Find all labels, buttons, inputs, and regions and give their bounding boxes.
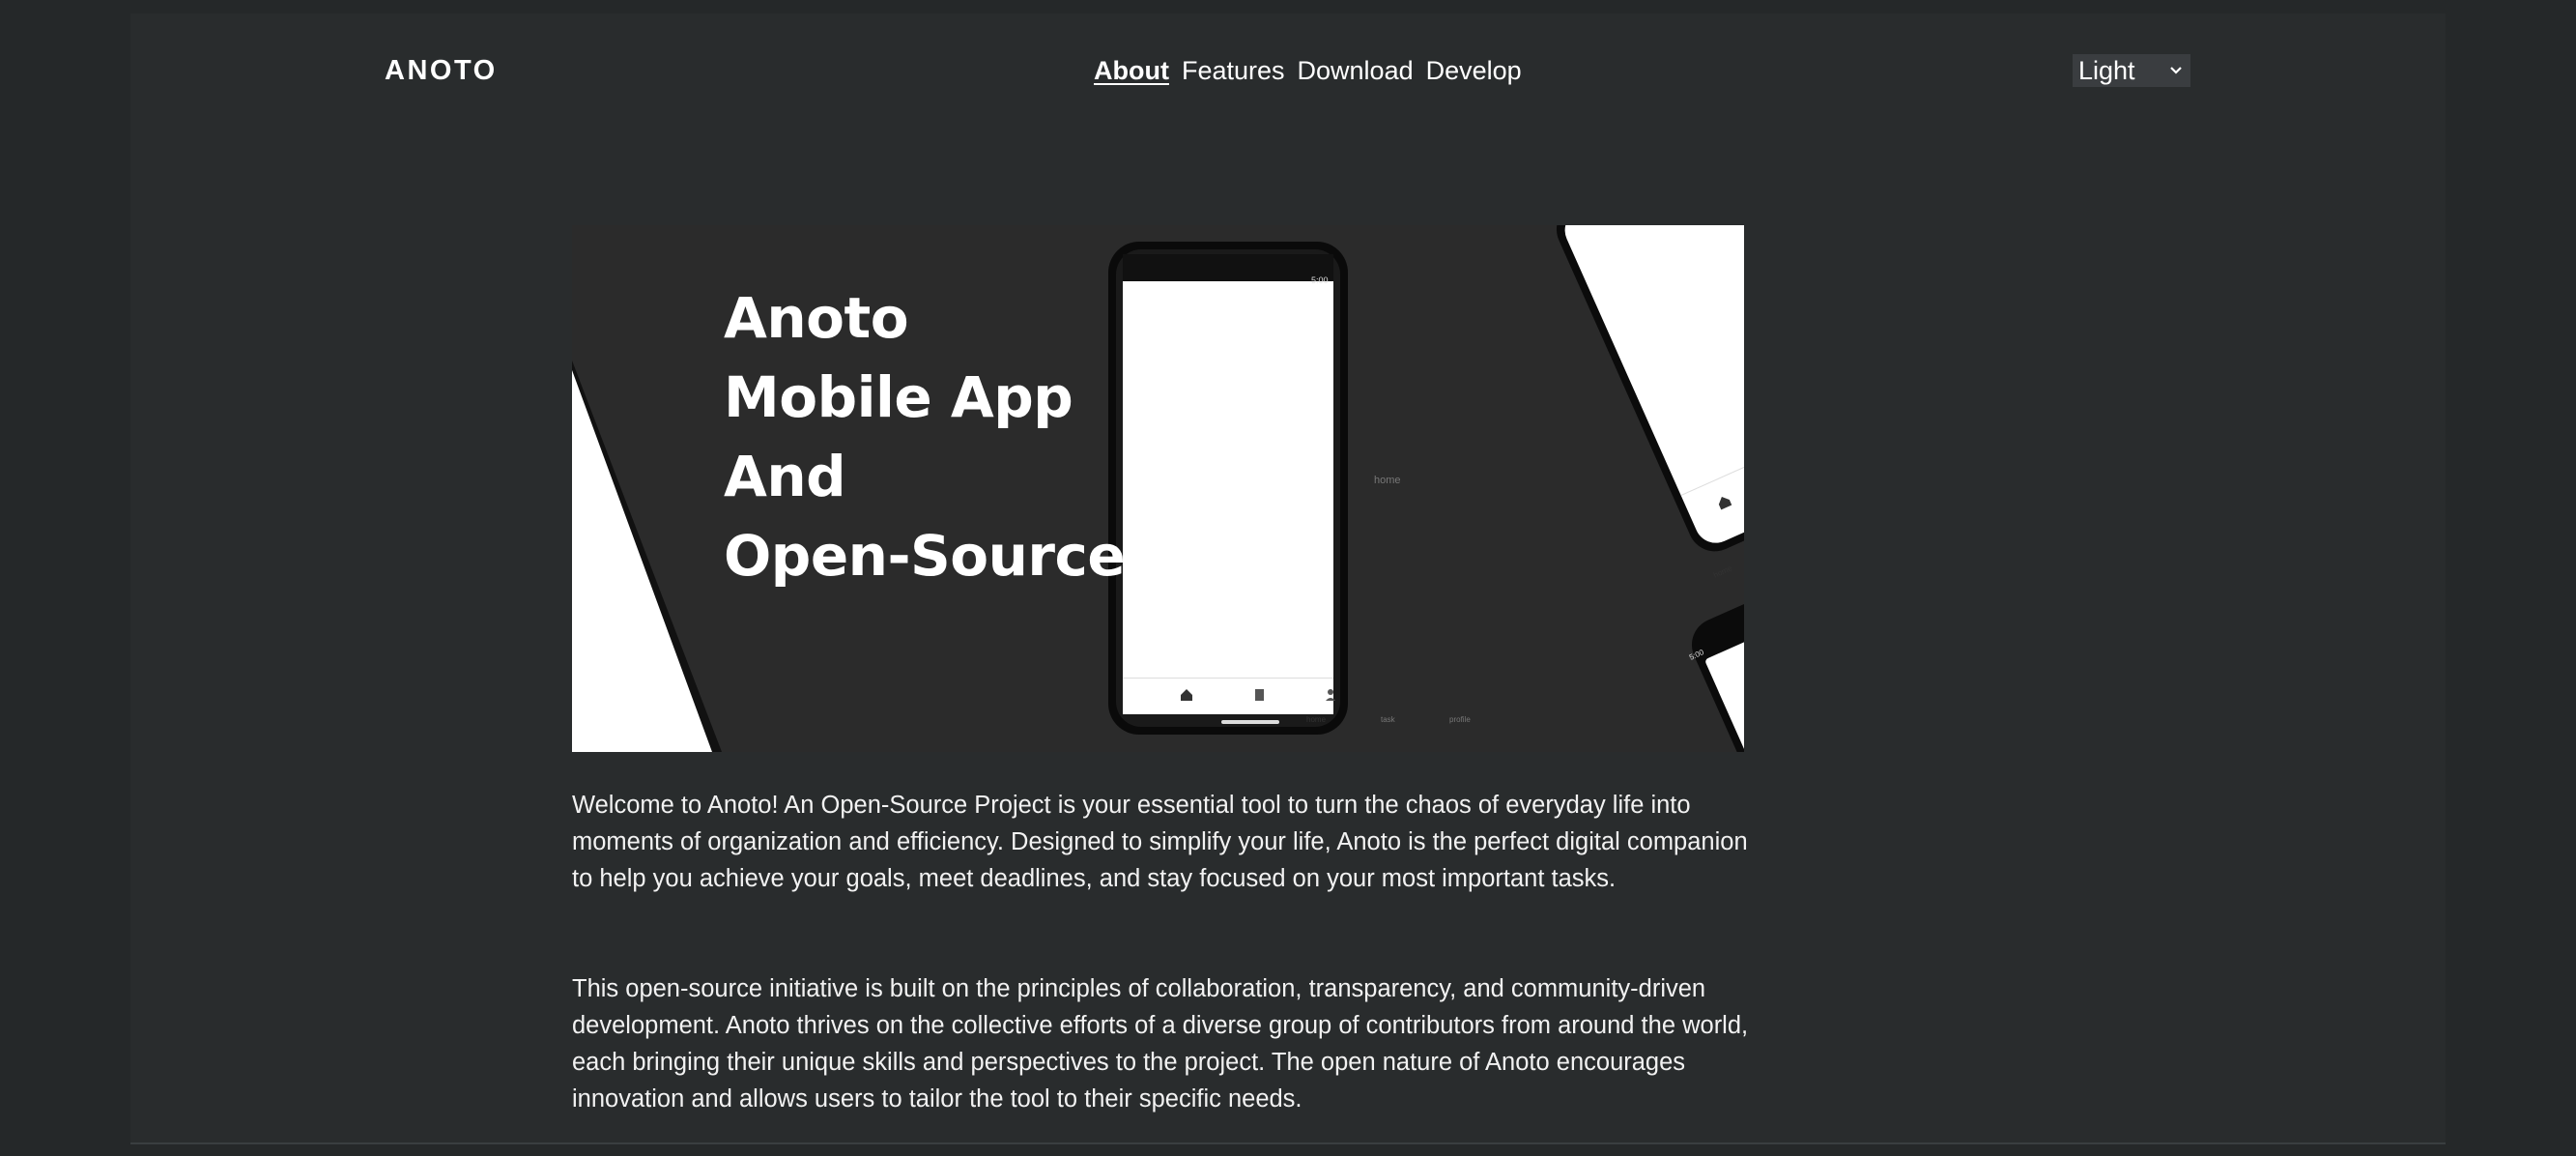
nav-link-about[interactable]: About xyxy=(1094,56,1169,86)
site-logo[interactable]: ANOTO xyxy=(385,55,498,87)
theme-select-value: Light xyxy=(2078,55,2135,85)
hero-title-line: And xyxy=(724,444,846,509)
nav-link-download[interactable]: Download xyxy=(1298,56,1414,86)
center-phone xyxy=(1108,242,1348,735)
hero-title-line: Anoto xyxy=(724,285,909,351)
main-nav: About Features Download Develop xyxy=(1094,56,1522,86)
hero-title-line: Open-Source xyxy=(724,523,1126,589)
hero-title: Anoto Mobile App And Open-Source xyxy=(724,278,1126,595)
nav-link-features[interactable]: Features xyxy=(1182,56,1285,86)
hero-banner: Anoto Mobile App And Open-Source 5:00 ho… xyxy=(572,225,1744,752)
center-phone-tab-home: home xyxy=(1306,715,1327,724)
center-phone-screen-label: home xyxy=(1374,475,1401,486)
center-phone-tab-profile: profile xyxy=(1449,715,1471,724)
intro-paragraph: Welcome to Anoto! An Open-Source Project… xyxy=(572,792,1748,892)
hero-title-line: Mobile App xyxy=(724,364,1073,430)
chevron-down-icon xyxy=(2170,67,2182,74)
center-phone-tab-task: task xyxy=(1381,715,1395,724)
nav-link-develop[interactable]: Develop xyxy=(1426,56,1522,86)
center-phone-time: 5:00 xyxy=(1311,275,1329,285)
open-source-paragraph: This open-source initiative is built on … xyxy=(572,975,1749,1113)
theme-select[interactable]: Light xyxy=(2073,54,2190,87)
